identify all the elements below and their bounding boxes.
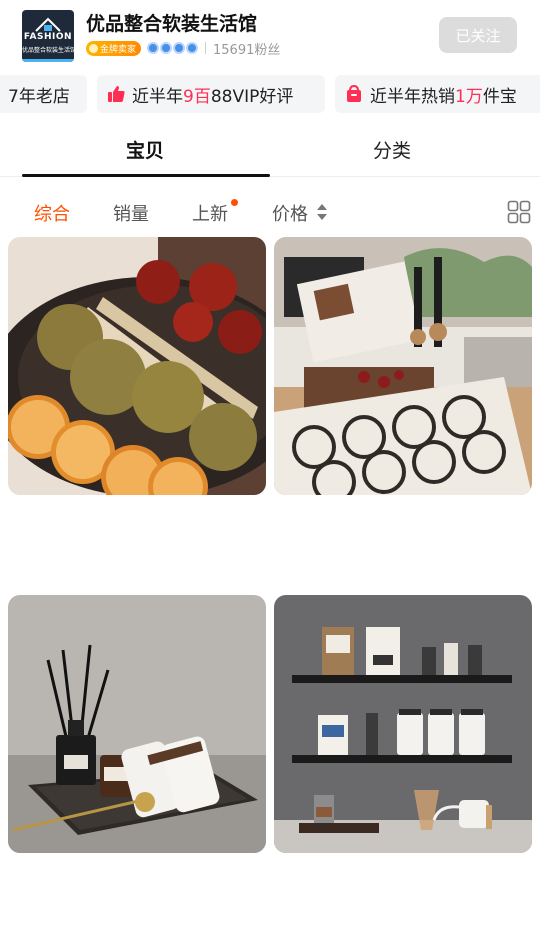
tab-categories[interactable]: 分类: [373, 136, 411, 163]
follow-button[interactable]: 已关注: [439, 17, 517, 53]
product-image-wall-shelves[interactable]: [274, 595, 532, 853]
product-photo: [274, 237, 532, 495]
new-indicator-dot: [231, 199, 238, 206]
sort-arrows-icon[interactable]: [316, 203, 328, 221]
sort-price[interactable]: 价格: [272, 200, 308, 226]
gold-seller-badge: 金牌卖家: [86, 40, 142, 56]
tag-store-age-label: 7年老店: [8, 86, 70, 107]
tag-vip-highlight: 9百: [183, 86, 211, 107]
product-photo: [8, 237, 266, 495]
crown-icon: [173, 42, 186, 54]
tag-vip-pre: 近半年: [132, 86, 183, 107]
product-image-dried-fruit[interactable]: [8, 237, 266, 495]
tag-vip-post: 88VIP好评: [210, 86, 294, 107]
crown-icon: [160, 42, 173, 54]
gold-badge-label: 金牌卖家: [100, 44, 137, 55]
product-photo: [274, 595, 532, 853]
sort-bar: 综合 销量 上新 价格: [0, 194, 540, 230]
sort-sales[interactable]: 销量: [113, 200, 149, 226]
shop-name[interactable]: 优品整合软装生活馆: [86, 9, 257, 36]
product-image-kitchen-counter[interactable]: [274, 237, 532, 495]
product-info-area: [8, 855, 266, 927]
medal-icon: [89, 43, 98, 53]
shop-badges: 金牌卖家 15691粉丝: [86, 39, 281, 58]
sort-comprehensive[interactable]: 综合: [34, 200, 70, 226]
shop-logo[interactable]: FASHION 优品整合软装生活馆: [22, 10, 74, 62]
sort-new[interactable]: 上新: [192, 200, 228, 226]
logo-bar: [22, 59, 74, 62]
tag-hot-sales[interactable]: 近半年热销 1万 件宝: [335, 75, 540, 113]
thumbs-up-icon: [108, 86, 125, 102]
product-image-reed-diffuser[interactable]: [8, 595, 266, 853]
product-info-area: [274, 497, 532, 592]
house-icon: [35, 17, 61, 32]
product-info-area: [274, 855, 532, 927]
crown-icon: [186, 42, 199, 54]
shop-level: [147, 42, 199, 54]
product-photo: [8, 595, 266, 853]
tab-bar: 宝贝 分类: [0, 128, 540, 178]
shopping-bag-icon: [347, 85, 361, 102]
shop-tags: 7年老店 近半年 9百 88VIP好评 近半年热销 1万 件宝: [0, 75, 540, 113]
shop-header: FASHION 优品整合软装生活馆 优品整合软装生活馆 金牌卖家 15691粉丝…: [0, 0, 540, 68]
fans-count: 15691粉丝: [213, 42, 281, 58]
tab-items[interactable]: 宝贝: [126, 136, 164, 163]
logo-text: FASHION: [23, 32, 73, 42]
tag-store-age[interactable]: 7年老店: [0, 75, 87, 113]
tag-sales-pre: 近半年热销: [370, 86, 455, 107]
logo-subtext: 优品整合软装生活馆: [22, 47, 74, 54]
tag-sales-highlight: 1万: [455, 86, 483, 107]
tag-sales-post: 件宝: [482, 86, 517, 107]
tab-active-indicator: [22, 174, 270, 177]
divider: [205, 42, 207, 54]
grid-view-icon[interactable]: [507, 200, 531, 224]
tag-vip-reviews[interactable]: 近半年 9百 88VIP好评: [97, 75, 325, 113]
crown-icon: [147, 42, 160, 54]
product-info-area: [8, 497, 266, 592]
